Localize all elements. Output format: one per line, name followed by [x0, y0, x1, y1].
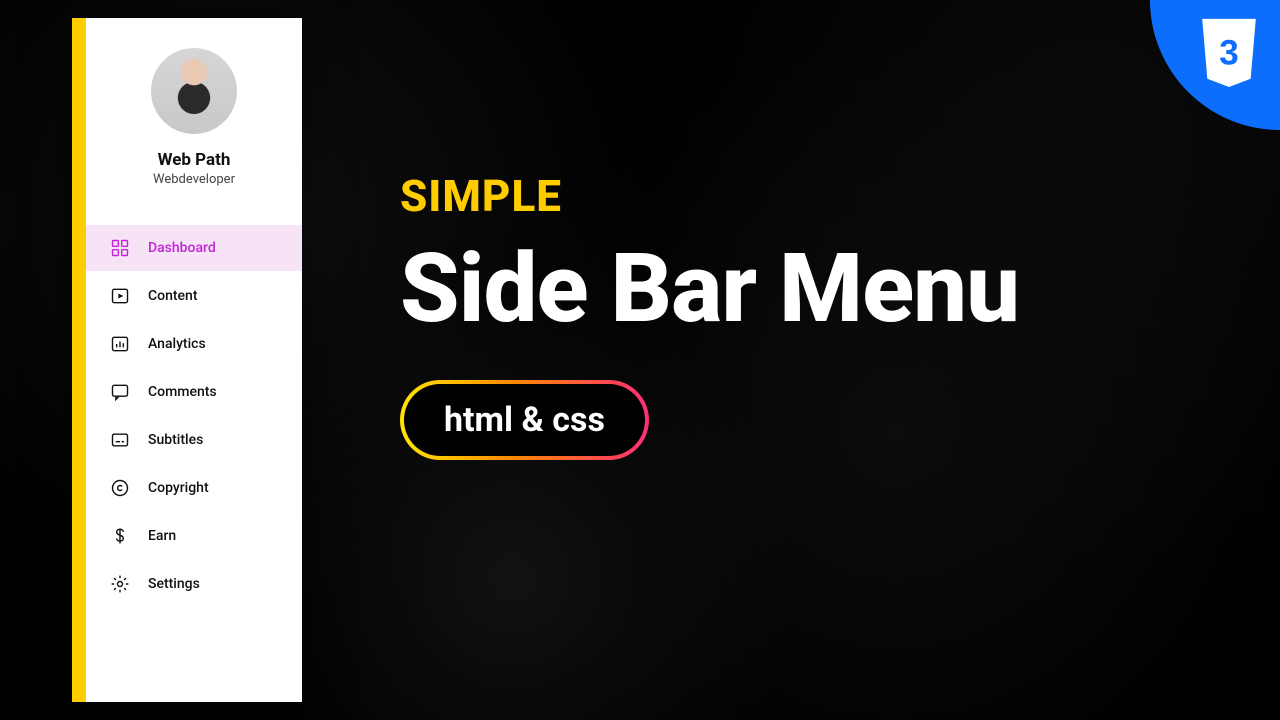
settings-icon	[110, 574, 130, 594]
sidebar-item-settings[interactable]: Settings	[86, 561, 302, 607]
copyright-icon	[110, 478, 130, 498]
kicker-text: SIMPLE	[400, 170, 1220, 222]
sidebar-item-label: Copyright	[148, 480, 209, 496]
comments-icon	[110, 382, 130, 402]
dashboard-icon	[110, 238, 130, 258]
sidebar: Web Path Webdeveloper Dashboard Content	[72, 18, 302, 702]
sidebar-item-label: Dashboard	[148, 240, 216, 256]
analytics-icon	[110, 334, 130, 354]
sidebar-item-label: Content	[148, 288, 198, 304]
sidebar-panel: Web Path Webdeveloper Dashboard Content	[86, 18, 302, 702]
sidebar-item-comments[interactable]: Comments	[86, 369, 302, 415]
sidebar-item-analytics[interactable]: Analytics	[86, 321, 302, 367]
heading-text: Side Bar Menu	[400, 240, 1220, 340]
profile-role: Webdeveloper	[153, 172, 235, 187]
sidebar-item-label: Earn	[148, 528, 176, 544]
earn-icon	[110, 526, 130, 546]
sidebar-item-earn[interactable]: Earn	[86, 513, 302, 559]
sidebar-item-label: Comments	[148, 384, 217, 400]
avatar	[151, 48, 237, 134]
tech-pill: html & css	[404, 384, 645, 456]
sidebar-item-copyright[interactable]: Copyright	[86, 465, 302, 511]
title-block: SIMPLE Side Bar Menu html & css	[400, 170, 1220, 460]
sidebar-item-dashboard[interactable]: Dashboard	[86, 225, 302, 271]
sidebar-item-label: Settings	[148, 576, 200, 592]
profile-block: Web Path Webdeveloper	[86, 42, 302, 207]
menu: Dashboard Content Analytics Comments	[86, 225, 302, 607]
profile-name: Web Path	[158, 150, 231, 170]
badge-number: 3	[1219, 33, 1239, 72]
accent-stripe	[72, 18, 86, 702]
css3-shield-icon: 3	[1196, 18, 1262, 94]
sidebar-item-label: Analytics	[148, 336, 206, 352]
content-icon	[110, 286, 130, 306]
pill-border: html & css	[400, 380, 649, 460]
sidebar-item-content[interactable]: Content	[86, 273, 302, 319]
sidebar-item-subtitles[interactable]: Subtitles	[86, 417, 302, 463]
sidebar-item-label: Subtitles	[148, 432, 203, 448]
subtitles-icon	[110, 430, 130, 450]
